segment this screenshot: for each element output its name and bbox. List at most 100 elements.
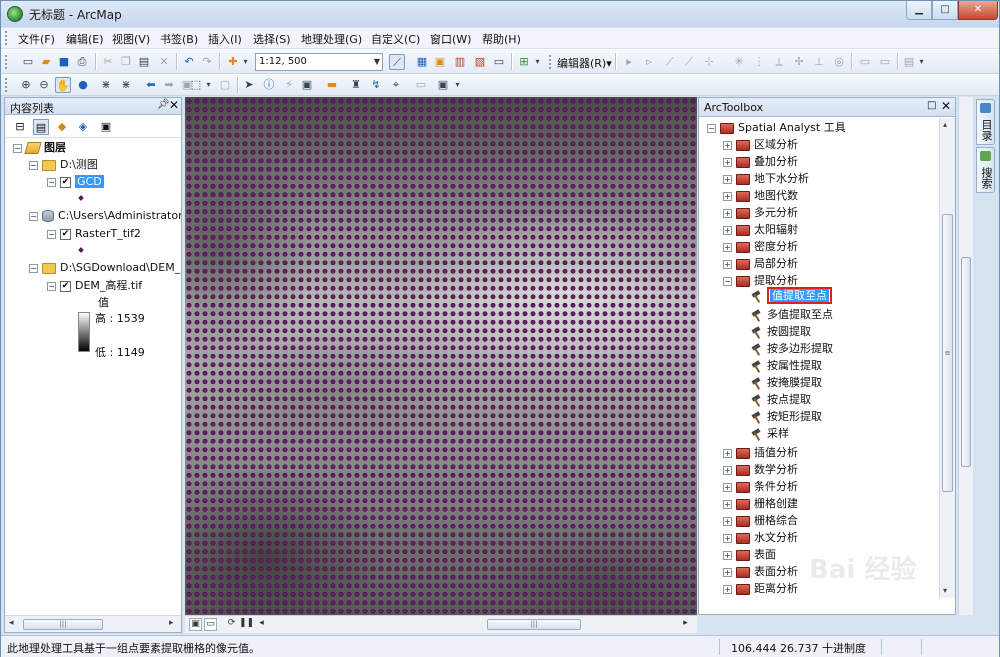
tools-options-icon[interactable]: ▾ [453, 77, 462, 93]
tool-label[interactable]: 按矩形提取 [767, 410, 822, 423]
select-elements-icon[interactable]: ➤ [241, 77, 257, 93]
add-data-icon[interactable]: ✚ [225, 54, 241, 70]
fixed-zoom-out-icon[interactable]: ⋇ [118, 77, 134, 93]
collapse-icon[interactable]: − [47, 177, 56, 187]
expand-icon[interactable]: + [723, 550, 732, 560]
collapse-icon[interactable]: − [29, 263, 38, 273]
map-vertical-scrollbar[interactable] [958, 97, 973, 615]
find-icon[interactable]: ♜ [348, 77, 364, 93]
toc-layer-label[interactable]: RasterT_tif2 [75, 227, 141, 240]
create-viewer-window-icon[interactable]: ▣ [435, 77, 451, 93]
toolset-item[interactable]: + 插值分析 [723, 445, 798, 461]
map-scroll-thumb[interactable]: ||| [487, 619, 581, 630]
scroll-left-icon[interactable]: ◂ [9, 618, 14, 628]
tool-label[interactable]: 按圆提取 [767, 325, 811, 338]
expand-icon[interactable]: + [723, 584, 732, 594]
close-button[interactable]: ✕ [958, 1, 998, 20]
collapse-icon[interactable]: − [29, 160, 38, 170]
scroll-down-icon[interactable]: ▾ [943, 586, 947, 595]
editor-toolbar-grip[interactable] [549, 55, 552, 69]
toc-layer-label[interactable]: DEM_高程.tif [75, 279, 142, 292]
toolset-item[interactable]: + 栅格综合 [723, 513, 798, 529]
tab-search[interactable]: 搜索 [976, 147, 995, 193]
map-view[interactable] [185, 97, 697, 615]
layer-visibility-checkbox[interactable]: ✔ [60, 176, 71, 188]
expand-icon[interactable]: + [723, 567, 732, 577]
menu-select[interactable]: 选择(S) [253, 31, 291, 47]
toolset-item[interactable]: + 区域分析 [723, 137, 798, 153]
toolset-item[interactable]: + 局部分析 [723, 256, 798, 272]
collapse-icon[interactable]: − [13, 143, 22, 153]
add-data-dropdown-icon[interactable]: ▾ [241, 54, 250, 70]
tool-item[interactable]: 按点提取 [751, 392, 811, 408]
delete-icon[interactable]: ✕ [156, 54, 172, 70]
toolset-item[interactable]: + 距离分析 [723, 581, 798, 597]
tab-catalog[interactable]: 目录 [976, 99, 995, 145]
toolbox-spatial-analyst[interactable]: − Spatial Analyst 工具 [707, 120, 846, 136]
menu-edit[interactable]: 编辑(E) [66, 31, 104, 47]
toolset-item[interactable]: + 栅格创建 [723, 496, 798, 512]
list-by-selection-icon[interactable]: ◈ [75, 119, 91, 135]
arctoolbox-close-icon[interactable]: ✕ [941, 99, 951, 113]
collapse-icon[interactable]: − [29, 211, 38, 221]
toolset-item[interactable]: + 多元分析 [723, 205, 798, 221]
list-by-source-icon[interactable]: ▤ [33, 119, 49, 135]
arctoolbox-icon[interactable]: ▧ [472, 54, 488, 70]
toc-layer-gcd[interactable]: − ✔ GCD [47, 174, 104, 190]
tool-label[interactable]: 值提取至点 [770, 289, 829, 302]
toolset-item[interactable]: + 太阳辐射 [723, 222, 798, 238]
open-icon[interactable]: ▰ [38, 54, 54, 70]
tool-label[interactable]: 按属性提取 [767, 359, 822, 372]
toolset-item[interactable]: + 叠加分析 [723, 154, 798, 170]
tool-item[interactable]: 多值提取至点 [751, 307, 833, 323]
hyperlink-icon[interactable]: ⚡ [281, 77, 297, 93]
pan-hand-icon[interactable]: ✋ [55, 77, 71, 93]
expand-icon[interactable]: + [723, 516, 732, 526]
editor-menu[interactable]: 编辑器(R)▾ [557, 55, 612, 71]
toc-root-layers[interactable]: − 图层 [13, 140, 66, 156]
menu-file[interactable]: 文件(F) [18, 31, 55, 47]
menubar-grip[interactable] [5, 31, 8, 45]
select-dropdown-icon[interactable]: ▾ [204, 77, 213, 93]
layer-visibility-checkbox[interactable]: ✔ [60, 228, 71, 240]
pin-icon[interactable]: 📌︎ [157, 99, 170, 110]
menu-help[interactable]: 帮助(H) [482, 31, 521, 47]
menu-customize[interactable]: 自定义(C) [371, 31, 420, 47]
tool-label[interactable]: 按点提取 [767, 393, 811, 406]
catalog-icon[interactable]: ▣ [432, 54, 448, 70]
tool-item[interactable]: 按属性提取 [751, 358, 822, 374]
toc-layer-dem[interactable]: − ✔ DEM_高程.tif [47, 278, 142, 294]
back-arrow-icon[interactable]: ⬅ [143, 77, 159, 93]
tool-label[interactable]: 按多边形提取 [767, 342, 833, 355]
collapse-icon[interactable]: − [707, 123, 716, 133]
toolset-item[interactable]: + 水文分析 [723, 530, 798, 546]
toc-close-icon[interactable]: ✕ [169, 98, 179, 112]
arctoolbox-vertical-scrollbar[interactable]: ▴ ≡ ▾ [939, 118, 955, 598]
tool-item[interactable]: 按多边形提取 [751, 341, 833, 357]
find-route-icon[interactable]: ↯ [368, 77, 384, 93]
expand-icon[interactable]: + [723, 499, 732, 509]
tool-label[interactable]: 按掩膜提取 [767, 376, 822, 389]
tool-label[interactable]: 采样 [767, 427, 789, 440]
tool-label[interactable]: 多值提取至点 [767, 308, 833, 321]
pause-drawing-icon[interactable]: ❚❚ [239, 618, 254, 631]
collapse-icon[interactable]: − [47, 281, 56, 291]
select-features-icon[interactable]: ⬚ [188, 77, 204, 93]
toc-group-2[interactable]: − C:\Users\Administrator [29, 208, 181, 224]
data-view-button[interactable]: ▣ [189, 618, 202, 631]
editor-options-icon[interactable]: ▾ [917, 54, 926, 70]
toc-group-3[interactable]: − D:\SGDownload\DEM_ [29, 260, 180, 276]
layout-view-button[interactable]: ▭ [204, 618, 217, 631]
minimize-button[interactable]: ▁ [906, 1, 932, 20]
toolbar-grip[interactable] [5, 55, 8, 69]
toolbar-options-icon[interactable]: ▾ [533, 54, 542, 70]
tool-item-selected[interactable]: 值提取至点 [751, 287, 832, 304]
list-by-drawing-order-icon[interactable]: ⊟ [12, 119, 28, 135]
tool-item[interactable]: 按圆提取 [751, 324, 811, 340]
html-popup-icon[interactable]: ▣ [299, 77, 315, 93]
python-window-icon[interactable]: ▭ [491, 54, 507, 70]
new-document-icon[interactable]: ▭ [20, 54, 36, 70]
map-scale-combo[interactable]: 1:12, 500 ▼ [255, 53, 383, 71]
zoom-out-icon[interactable]: ⊖ [36, 77, 52, 93]
measure-icon[interactable]: ▬ [324, 77, 340, 93]
